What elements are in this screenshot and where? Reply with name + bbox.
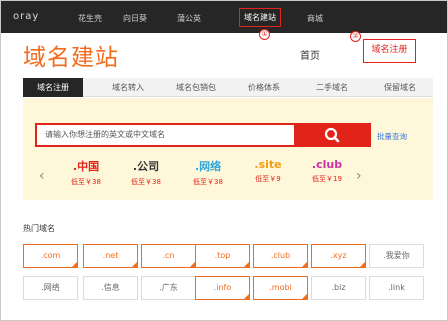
nav-item-shop[interactable]: 商城 [307,13,323,24]
hot-domain-chip[interactable]: .cn [141,244,196,268]
domain-register-link[interactable]: 域名注册 [363,39,416,63]
home-link[interactable]: 首页 [300,47,320,62]
promo-item-zhongguo[interactable]: .中国 低至￥38 [61,158,111,187]
promo-item-wangluo[interactable]: .网络 低至￥38 [183,158,233,187]
oray-logo[interactable]: oray [13,11,39,22]
search-button[interactable] [294,123,371,147]
nav-item-huashengke[interactable]: 花生壳 [78,13,102,24]
bulk-query-link[interactable]: 批量查询 [377,131,407,142]
hot-domain-chip[interactable]: .信息 [83,276,138,300]
promo-item-club[interactable]: .club 低至￥19 [302,158,352,184]
promo-ext: .club [311,158,343,171]
chevron-right-icon[interactable]: › [356,168,362,184]
promo-ext: .公司 [132,160,160,173]
promo-ext: .网络 [194,160,222,173]
search-banner: 请输入你想注册的英文或中文域名 批量查询 ‹ › .中国 低至￥38 .公司 低… [23,98,433,200]
promo-price: 低至￥9 [255,175,281,183]
promo-price: 低至￥38 [71,178,101,186]
tab-bar: 域名注册 域名转入 域名包销包 价格体系 二手域名 保留域名 [23,78,433,97]
promo-price: 低至￥38 [131,178,161,186]
hot-domain-chip[interactable]: .网络 [23,276,78,300]
promo-ext: .中国 [72,160,100,173]
hot-domain-chip[interactable]: .net [83,244,138,268]
chevron-left-icon[interactable]: ‹ [39,168,45,184]
hot-domain-chip[interactable]: .top [195,244,250,268]
hot-domains-title: 热门域名 [23,224,55,233]
promo-price: 低至￥38 [193,178,223,186]
tab-secondhand-domain[interactable]: 二手域名 [302,78,362,97]
hot-domain-chip[interactable]: .info [195,276,250,300]
search-icon [324,127,340,143]
annotation-marker-1: ① [259,29,270,40]
nav-item-domain-site[interactable]: 域名建站 [239,8,281,27]
hot-domain-chip[interactable]: .mobi [253,276,308,300]
promo-item-gongsi[interactable]: .公司 低至￥38 [121,158,171,187]
hot-domain-chip[interactable]: .biz [311,276,366,300]
nav-item-pugongying[interactable]: 蒲公英 [177,13,201,24]
tab-pricing[interactable]: 价格体系 [234,78,294,97]
hot-domain-chip[interactable]: .我爱你 [369,244,424,268]
hot-domain-chip[interactable]: .com [23,244,78,268]
hot-domain-chip[interactable]: .xyz [311,244,366,268]
tab-reserved-domain[interactable]: 保留域名 [370,78,430,97]
promo-price: 低至￥19 [312,175,342,183]
page-title: 域名建站 [23,45,119,71]
tab-domain-package[interactable]: 域名包销包 [166,78,226,97]
top-nav-bar: oray 花生壳 向日葵 蒲公英 域名建站 商城 [1,1,447,33]
tab-domain-transfer[interactable]: 域名转入 [98,78,158,97]
promo-ext: .site [254,158,282,171]
annotation-marker-2: ② [350,31,361,42]
domain-search-input[interactable]: 请输入你想注册的英文或中文域名 [35,123,294,147]
hot-domain-chip[interactable]: .广东 [141,276,196,300]
hot-domain-chip[interactable]: .link [369,276,424,300]
nav-item-xiangrikui[interactable]: 向日葵 [123,13,147,24]
promo-item-site[interactable]: .site 低至￥9 [243,158,293,184]
hot-domain-chip[interactable]: .club [253,244,308,268]
tab-domain-register[interactable]: 域名注册 [23,78,83,97]
